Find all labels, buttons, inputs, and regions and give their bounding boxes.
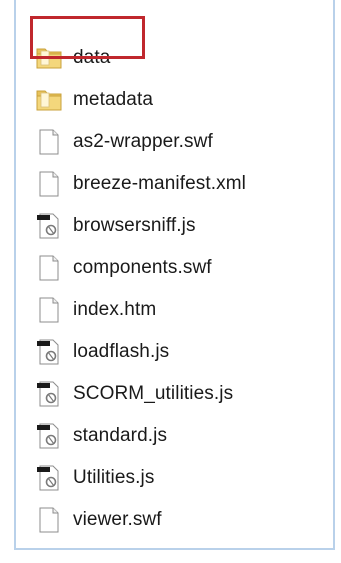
- file-name: browsersniff.js: [73, 215, 196, 236]
- list-item[interactable]: components.swf: [34, 247, 246, 289]
- list-item[interactable]: loadflash.js: [34, 331, 246, 373]
- file-name: metadata: [73, 89, 154, 110]
- file-name: data: [73, 47, 111, 68]
- blank-file-icon: [34, 295, 64, 325]
- blank-file-icon: [34, 253, 64, 283]
- folder-icon: [34, 43, 64, 73]
- file-name: as2-wrapper.swf: [73, 131, 213, 152]
- script-file-icon: [34, 421, 64, 451]
- list-item[interactable]: viewer.swf: [34, 499, 246, 541]
- file-name: breeze-manifest.xml: [73, 173, 246, 194]
- file-name: SCORM_utilities.js: [73, 383, 234, 404]
- file-name: loadflash.js: [73, 341, 170, 362]
- file-name: Utilities.js: [73, 467, 155, 488]
- script-file-icon: [34, 379, 64, 409]
- list-item[interactable]: SCORM_utilities.js: [34, 373, 246, 415]
- list-item[interactable]: browsersniff.js: [34, 205, 246, 247]
- list-item[interactable]: breeze-manifest.xml: [34, 163, 246, 205]
- list-item[interactable]: data: [34, 37, 246, 79]
- blank-file-icon: [34, 169, 64, 199]
- list-item[interactable]: index.htm: [34, 289, 246, 331]
- file-name: viewer.swf: [73, 509, 162, 530]
- file-list: data metadata as2-wrapper.swf breeze-man…: [34, 37, 246, 541]
- blank-file-icon: [34, 127, 64, 157]
- list-item[interactable]: Utilities.js: [34, 457, 246, 499]
- script-file-icon: [34, 211, 64, 241]
- file-name: index.htm: [73, 299, 157, 320]
- file-name: standard.js: [73, 425, 168, 446]
- script-file-icon: [34, 463, 64, 493]
- blank-file-icon: [34, 505, 64, 535]
- file-name: components.swf: [73, 257, 212, 278]
- list-item[interactable]: metadata: [34, 79, 246, 121]
- folder-icon: [34, 85, 64, 115]
- list-item[interactable]: as2-wrapper.swf: [34, 121, 246, 163]
- script-file-icon: [34, 337, 64, 367]
- list-item[interactable]: standard.js: [34, 415, 246, 457]
